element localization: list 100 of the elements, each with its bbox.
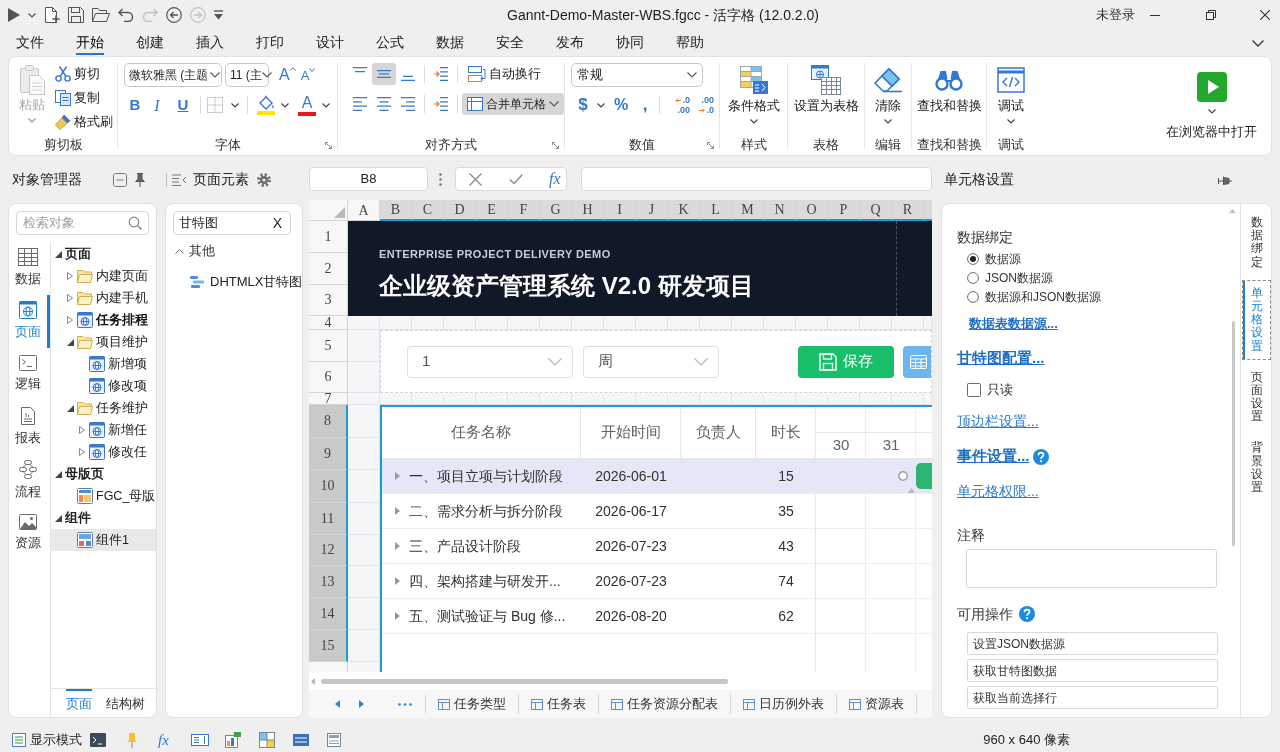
caret-right-icon[interactable] (79, 448, 85, 456)
link[interactable]: 单元格权限... (957, 481, 1039, 502)
conditional-format-button[interactable]: 条件格式 (727, 57, 780, 135)
help-icon[interactable] (1019, 606, 1035, 622)
border-icon[interactable] (207, 97, 223, 113)
underline-button[interactable]: U (172, 94, 194, 116)
column-header[interactable]: K (668, 200, 700, 221)
caret-down-icon[interactable] (67, 338, 74, 346)
caret-right-icon[interactable] (395, 472, 400, 480)
nav-item[interactable]: 流程 (9, 454, 50, 507)
font-name-select[interactable]: 微软雅黑 (主题 (124, 63, 222, 87)
caret-right-icon[interactable] (395, 612, 400, 620)
help-icon[interactable] (1032, 448, 1049, 465)
settings-icon[interactable] (257, 172, 271, 187)
horizontal-scrollbar[interactable] (321, 678, 728, 684)
radio-option[interactable]: 数据源 (957, 249, 1240, 268)
table-button[interactable]: 设置为表格 (793, 57, 859, 135)
tree-item[interactable]: 项目维护 (51, 331, 156, 353)
scroll-left-icon[interactable] (311, 677, 315, 685)
debug-button[interactable]: 调试 (996, 57, 1025, 135)
row-header[interactable]: 12 (309, 535, 348, 566)
panel-tab[interactable]: 页面 (66, 689, 92, 717)
caret-right-icon[interactable] (67, 272, 73, 280)
clear-search-button[interactable]: X (272, 212, 282, 234)
font-size-select[interactable]: 11 (主 (225, 63, 269, 87)
nav-item[interactable]: 数据 (9, 242, 50, 295)
vertical-scrollbar[interactable] (1232, 321, 1235, 546)
tree-item[interactable]: 组件 (51, 507, 156, 529)
function-button[interactable]: fx (549, 167, 561, 191)
undo-icon[interactable] (118, 8, 134, 22)
progress-handle-icon[interactable] (908, 488, 915, 493)
dialog-launcher-icon[interactable] (707, 142, 714, 149)
more-sheets-icon[interactable] (398, 702, 412, 706)
caret-down-icon[interactable] (884, 119, 892, 124)
row-header[interactable]: 14 (309, 598, 348, 630)
caret-down-icon[interactable] (281, 102, 289, 108)
column-header[interactable]: H (572, 200, 604, 221)
sheet-tab[interactable]: 任务资源分配表 (599, 694, 731, 714)
new-file-icon[interactable] (44, 7, 60, 23)
nav-item[interactable]: 资源 (9, 507, 50, 560)
select-all-icon[interactable] (334, 207, 345, 218)
group-header[interactable]: 其他 (166, 240, 302, 262)
back-icon[interactable] (166, 7, 182, 23)
display-mode-button[interactable]: 显示模式 (12, 730, 82, 750)
caret-down-icon[interactable] (749, 119, 758, 124)
open-folder-icon[interactable] (92, 8, 110, 22)
column-header[interactable]: F (508, 200, 540, 221)
more-icon[interactable] (439, 172, 442, 186)
cancel-icon[interactable] (469, 172, 482, 186)
chart-window-icon[interactable] (224, 732, 241, 748)
minimize-icon[interactable] (1150, 14, 1160, 16)
row-header[interactable]: 6 (309, 362, 348, 393)
checkbox-option[interactable]: 只读 (957, 376, 1240, 404)
sheet-tab[interactable]: 任务表 (519, 694, 599, 714)
sheet-cell[interactable] (348, 393, 380, 405)
align-middle-button[interactable] (372, 63, 396, 85)
copy-button[interactable]: 复制 (55, 86, 113, 110)
task-bar[interactable] (916, 463, 932, 489)
column-header[interactable]: O (796, 200, 828, 221)
tree-item[interactable]: 组件1 (51, 529, 156, 551)
menu-tab[interactable]: 公式 (376, 31, 404, 55)
column-header[interactable]: D (444, 200, 476, 221)
tree-item[interactable]: 修改任 (51, 441, 156, 463)
radio-option[interactable]: 数据源和JSON数据源 (957, 287, 1240, 306)
colored-grid-icon[interactable] (258, 732, 275, 748)
indent-icon[interactable] (434, 67, 448, 81)
link[interactable]: 顶边栏设置... (957, 411, 1039, 432)
action-item[interactable]: 获取当前选择行 (967, 686, 1218, 709)
row-header[interactable]: 7 (309, 393, 348, 405)
restore-icon[interactable] (1206, 10, 1216, 20)
side-tab[interactable]: 页面设置 (1242, 363, 1271, 431)
tree-item[interactable]: 任务排程 (51, 309, 156, 331)
caret-right-icon[interactable] (395, 507, 400, 515)
clear-button[interactable]: 清除 (873, 57, 903, 135)
bold-button[interactable]: B (124, 94, 146, 116)
calendar-button[interactable] (903, 345, 931, 378)
tree-item[interactable]: FGC_母版 (51, 485, 156, 507)
caret-down-icon[interactable] (1207, 109, 1216, 114)
save-icon[interactable] (68, 7, 84, 23)
menu-tab[interactable]: 帮助 (676, 31, 704, 55)
menu-tab[interactable]: 文件 (16, 31, 44, 55)
sheet-tab[interactable]: 日历例外表 (731, 694, 837, 714)
wrap-text-button[interactable]: 自动换行 (462, 63, 547, 85)
outdent-icon[interactable] (434, 97, 448, 111)
caret-down-icon[interactable] (597, 102, 605, 108)
menu-tab[interactable]: 创建 (136, 31, 164, 55)
task-row[interactable]: 二、需求分析与拆分阶段 2026-06-17 35 (382, 494, 932, 529)
name-box[interactable]: B8 (309, 167, 428, 191)
formula-field[interactable] (581, 167, 932, 191)
caret-right-icon[interactable] (67, 294, 73, 302)
scroll-up-icon[interactable] (1229, 209, 1236, 213)
next-sheet-icon[interactable] (359, 700, 364, 708)
painter-button[interactable]: 格式刷 (55, 110, 113, 134)
dropdown[interactable]: 周 (583, 345, 719, 378)
column-header[interactable]: G (540, 200, 572, 221)
task-row[interactable]: 五、测试验证与 Bug 修... 2026-08-20 62 (382, 599, 932, 634)
task-row[interactable]: 四、架构搭建与研发开... 2026-07-23 74 (382, 564, 932, 599)
search-field[interactable]: 甘特图 X (173, 211, 291, 235)
side-tab[interactable]: 数据绑定 (1242, 209, 1271, 276)
action-item[interactable]: 获取甘特图数据 (967, 659, 1218, 682)
